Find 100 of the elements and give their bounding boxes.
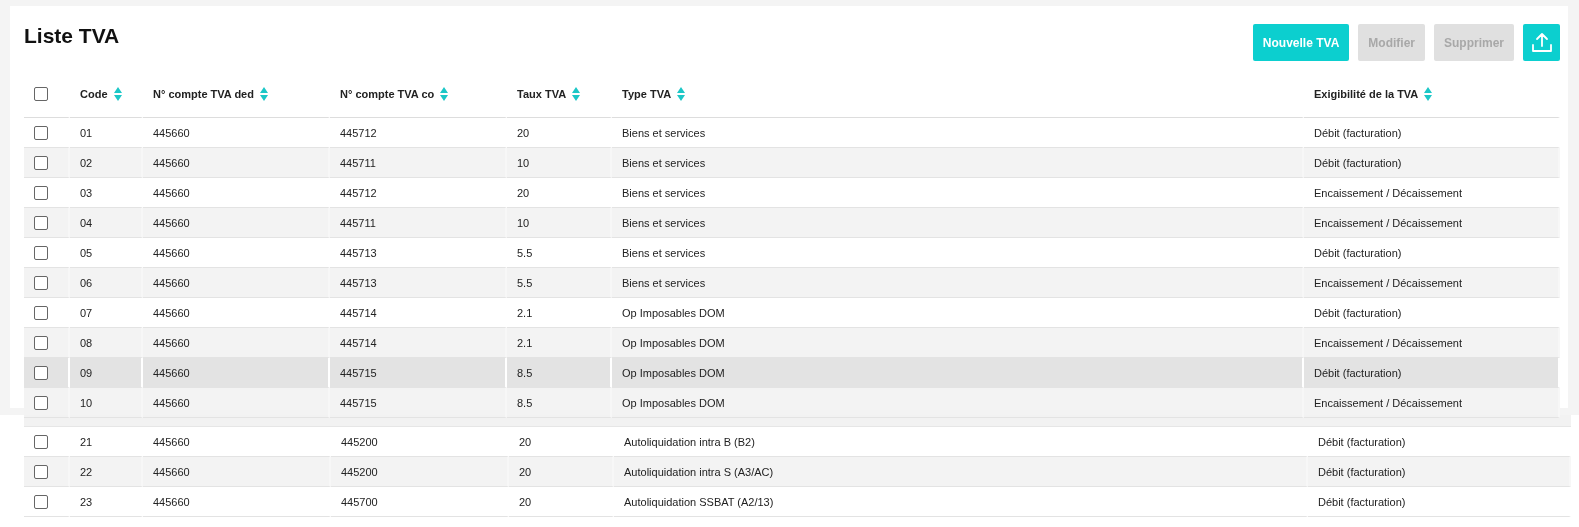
table-cell: 10 — [517, 156, 530, 169]
table-cell: 445713 — [340, 246, 377, 259]
column-header[interactable]: N° compte TVA co — [340, 87, 435, 100]
table-cell: Débit (facturation) — [1314, 306, 1402, 319]
table-cell: 445660 — [153, 435, 190, 448]
upload-icon — [1529, 30, 1554, 55]
table-cell: 21 — [80, 435, 93, 448]
table-cell: 445711 — [340, 156, 376, 169]
table-row[interactable]: 08 445660 445714 2.1 Op Imposables DOM Encaissement / Décaissement — [24, 328, 1560, 358]
column-header[interactable]: Code — [80, 87, 108, 100]
table-cell: Encaissement / Décaissement — [1314, 216, 1462, 229]
table-cell: 445660 — [153, 366, 190, 379]
table-cell: 445715 — [340, 366, 377, 379]
table-cell: 22 — [80, 465, 93, 478]
table-row[interactable]: 23 445660 445700 20 Autoliquidation SSBAT (A2/13) Débit (facturation) — [24, 487, 1571, 517]
table-cell: Op Imposables DOM — [622, 336, 725, 349]
table-cell: 445660 — [153, 246, 190, 259]
table-cell: Débit (facturation) — [1314, 366, 1402, 379]
table-row[interactable]: 22 445660 445200 20 Autoliquidation intra S (A3/AC) Débit (facturation) — [24, 457, 1571, 487]
table-cell: 05 — [80, 246, 93, 259]
table-cell: 2.1 — [517, 336, 533, 349]
table-cell: 20 — [519, 495, 532, 508]
table-cell: Autoliquidation SSBAT (A2/13) — [624, 495, 774, 508]
table-cell: 20 — [517, 186, 530, 199]
table-cell: 445711 — [340, 216, 376, 229]
checkbox[interactable] — [34, 155, 48, 170]
table-cell: 445715 — [340, 396, 377, 409]
table-cell: 445660 — [153, 465, 190, 478]
table-cell: Biens et services — [622, 216, 706, 229]
table-cell: 8.5 — [517, 366, 533, 379]
column-header[interactable]: Type TVA — [622, 87, 672, 100]
column-header[interactable]: N° compte TVA ded — [153, 87, 254, 100]
table-cell: Débit (facturation) — [1318, 435, 1406, 448]
table-cell: 445200 — [341, 465, 378, 478]
table-row[interactable]: 02 445660 445711 10 Biens et services Débit (facturation) — [24, 148, 1560, 178]
table-cell: 445660 — [153, 276, 190, 289]
column-header[interactable]: Taux TVA — [517, 87, 567, 100]
table-cell: Op Imposables DOM — [622, 306, 725, 319]
table-cell: 10 — [517, 216, 530, 229]
table-row[interactable]: 10 445660 445715 8.5 Op Imposables DOM Encaissement / Décaissement — [24, 388, 1560, 418]
table-cell: Biens et services — [622, 276, 706, 289]
checkbox[interactable] — [34, 434, 48, 449]
table-cell: 20 — [517, 126, 530, 139]
table-cell: Débit (facturation) — [1314, 246, 1402, 259]
checkbox[interactable] — [34, 86, 48, 101]
table-cell: 445660 — [153, 156, 190, 169]
table-cell: Biens et services — [622, 126, 706, 139]
table-cell: Autoliquidation intra S (A3/AC) — [624, 465, 774, 478]
checkbox[interactable] — [34, 365, 48, 380]
table-cell: 445712 — [340, 126, 377, 139]
checkbox[interactable] — [34, 335, 48, 350]
table-cell: Encaissement / Décaissement — [1314, 336, 1462, 349]
table-cell: Encaissement / Décaissement — [1314, 186, 1462, 199]
table-cell: Encaissement / Décaissement — [1314, 276, 1462, 289]
checkbox[interactable] — [34, 215, 48, 230]
table-cell: Biens et services — [622, 246, 706, 259]
table-cell: 445712 — [340, 186, 377, 199]
table-cell: 445660 — [153, 186, 190, 199]
table-cell: 445660 — [153, 495, 190, 508]
checkbox[interactable] — [34, 464, 48, 479]
table-cell: 445660 — [153, 336, 190, 349]
table-cell: 01 — [80, 126, 93, 139]
table-cell: 20 — [519, 435, 532, 448]
table-cell: 06 — [80, 276, 93, 289]
checkbox[interactable] — [34, 494, 48, 509]
checkbox[interactable] — [34, 125, 48, 140]
table-cell: 445714 — [340, 306, 377, 319]
checkbox[interactable] — [34, 245, 48, 260]
table-cell: 20 — [519, 465, 532, 478]
table-row[interactable]: 06 445660 445713 5.5 Biens et services Encaissement / Décaissement — [24, 268, 1560, 298]
checkbox[interactable] — [34, 395, 48, 410]
checkbox[interactable] — [34, 185, 48, 200]
table-cell: Débit (facturation) — [1314, 156, 1402, 169]
table-cell: 445714 — [340, 336, 377, 349]
table-cell: 445200 — [341, 435, 378, 448]
table-cell: 07 — [80, 306, 93, 319]
table-cell: Biens et services — [622, 156, 706, 169]
table-cell: 10 — [80, 396, 93, 409]
table-row[interactable]: 04 445660 445711 10 Biens et services Encaissement / Décaissement — [24, 208, 1560, 238]
table-cell: Débit (facturation) — [1318, 465, 1406, 478]
table-cell: 445660 — [153, 126, 190, 139]
table-cell: 445713 — [340, 276, 377, 289]
table-cell: Débit (facturation) — [1318, 495, 1406, 508]
checkbox[interactable] — [34, 275, 48, 290]
table-cell: 445660 — [153, 216, 190, 229]
table-cell: 03 — [80, 186, 93, 199]
table-cell: 8.5 — [517, 396, 533, 409]
table-cell: Op Imposables DOM — [622, 396, 725, 409]
page-title: Liste TVA — [24, 24, 120, 48]
table-cell: 445660 — [153, 306, 190, 319]
checkbox[interactable] — [34, 305, 48, 320]
table-cell: 09 — [80, 366, 93, 379]
table-cell: 5.5 — [517, 246, 533, 259]
table-row[interactable]: 09 445660 445715 8.5 Op Imposables DOM Débit (facturation) — [24, 358, 1560, 388]
column-header[interactable]: Exigibilité de la TVA — [1314, 87, 1419, 100]
table-cell: Op Imposables DOM — [622, 366, 725, 379]
table-cell: 5.5 — [517, 276, 533, 289]
table-cell: Encaissement / Décaissement — [1314, 396, 1462, 409]
table-cell: 08 — [80, 336, 93, 349]
table-cell: 23 — [80, 495, 93, 508]
